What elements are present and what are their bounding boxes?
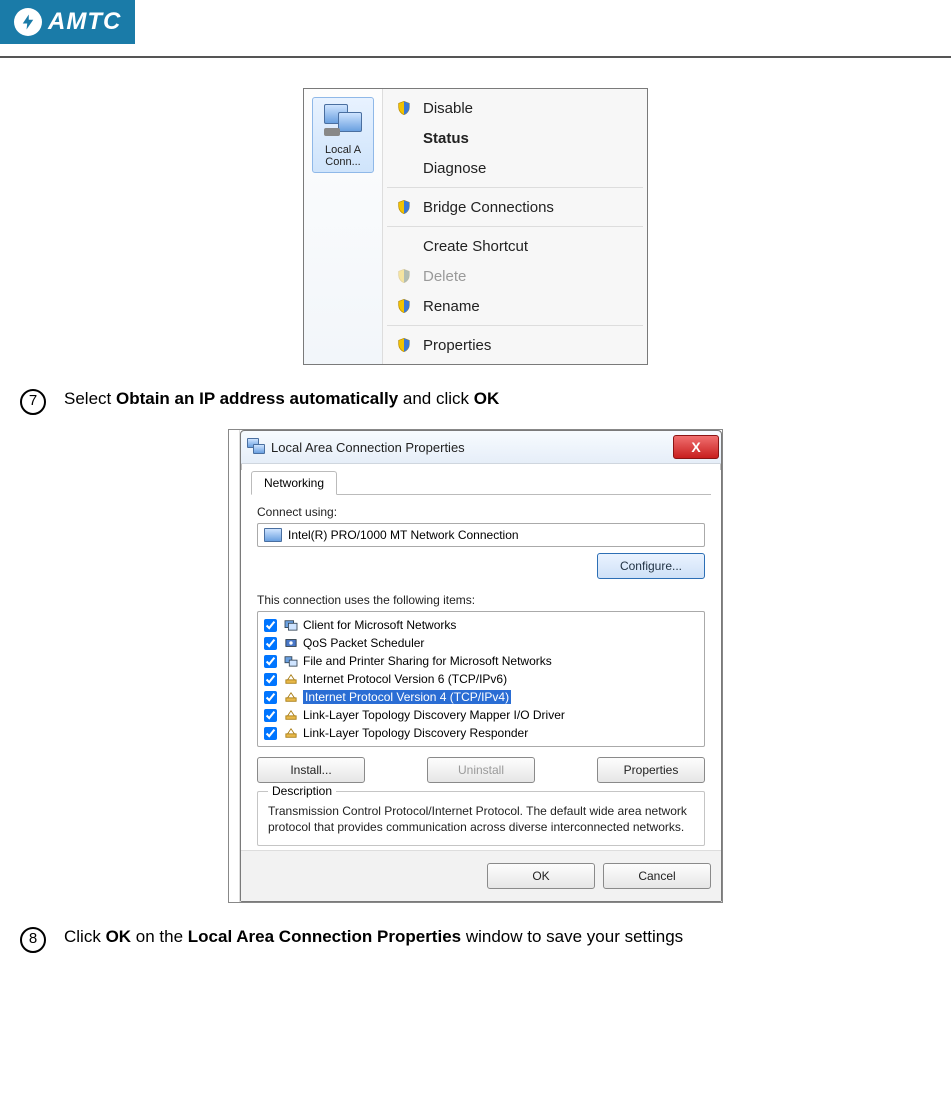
- context-menu-item-label: Bridge Connections: [423, 199, 554, 216]
- context-menu-item[interactable]: Rename: [385, 291, 645, 321]
- uninstall-button[interactable]: Uninstall: [427, 757, 535, 783]
- context-menu-item-label: Properties: [423, 337, 491, 354]
- local-area-connection-label: Local A Conn...: [313, 144, 373, 168]
- dialog-title: Local Area Connection Properties: [271, 440, 465, 455]
- context-menu-separator: [387, 325, 643, 326]
- qos-icon: [283, 636, 299, 650]
- step-number-8: 8: [20, 927, 46, 953]
- connection-item-label: File and Printer Sharing for Microsoft N…: [303, 654, 552, 668]
- context-menu-item: Delete: [385, 261, 645, 291]
- connection-item-checkbox[interactable]: [264, 691, 277, 704]
- shield-icon: [393, 198, 415, 216]
- share-icon: [283, 654, 299, 668]
- shield-icon: [393, 297, 415, 315]
- proto-icon: [283, 708, 299, 722]
- connection-items-list: Client for Microsoft Networks QoS Packet …: [257, 611, 705, 747]
- connection-item[interactable]: Link-Layer Topology Discovery Responder: [260, 724, 702, 742]
- tab-networking[interactable]: Networking: [251, 471, 337, 495]
- blank-icon: [393, 129, 415, 147]
- context-menu-item[interactable]: Bridge Connections: [385, 192, 645, 222]
- blank-icon: [393, 237, 415, 255]
- context-menu-item[interactable]: Disable: [385, 93, 645, 123]
- connection-item-checkbox[interactable]: [264, 727, 277, 740]
- context-menu-item-label: Disable: [423, 100, 473, 117]
- figure-properties-dialog: Local Area Connection Properties X Netwo…: [10, 429, 941, 903]
- connection-item-label: Link-Layer Topology Discovery Responder: [303, 726, 528, 740]
- description-text: Transmission Control Protocol/Internet P…: [268, 804, 694, 835]
- connection-item-label: Client for Microsoft Networks: [303, 618, 456, 632]
- dialog-titlebar: Local Area Connection Properties X: [241, 431, 721, 464]
- shield-icon: [393, 336, 415, 354]
- local-area-connection-icon[interactable]: Local A Conn...: [312, 97, 374, 173]
- connection-item[interactable]: Client for Microsoft Networks: [260, 616, 702, 634]
- adapter-name: Intel(R) PRO/1000 MT Network Connection: [288, 528, 519, 542]
- description-group: Description Transmission Control Protoco…: [257, 791, 705, 846]
- items-label: This connection uses the following items…: [257, 593, 705, 607]
- brand-logo-text: AMTC: [48, 8, 121, 36]
- context-menu-item[interactable]: Diagnose: [385, 153, 645, 183]
- context-menu: Disable Status Diagnose Bridge Connections C…: [383, 89, 647, 364]
- install-button[interactable]: Install...: [257, 757, 365, 783]
- instruction-7-text: Select Obtain an IP address automaticall…: [64, 389, 499, 409]
- connection-item-label: QoS Packet Scheduler: [303, 636, 424, 650]
- connection-item-checkbox[interactable]: [264, 619, 277, 632]
- nic-icon: [264, 528, 282, 542]
- blank-icon: [393, 159, 415, 177]
- connection-item-checkbox[interactable]: [264, 673, 277, 686]
- properties-button[interactable]: Properties: [597, 757, 705, 783]
- connect-using-label: Connect using:: [257, 505, 705, 519]
- tab-strip: Networking: [251, 470, 711, 495]
- figure-context-menu: Local A Conn... Disable Status Diagnose Bri…: [10, 88, 941, 365]
- connection-item-label: Internet Protocol Version 6 (TCP/IPv6): [303, 672, 507, 686]
- shield-icon: [393, 99, 415, 117]
- proto-icon: [283, 672, 299, 686]
- shield-icon: [393, 267, 415, 285]
- connection-item-label: Internet Protocol Version 4 (TCP/IPv4): [303, 690, 511, 704]
- adapter-field[interactable]: Intel(R) PRO/1000 MT Network Connection: [257, 523, 705, 547]
- instruction-8-text: Click OK on the Local Area Connection Pr…: [64, 927, 683, 947]
- context-menu-item[interactable]: Create Shortcut: [385, 231, 645, 261]
- connection-item[interactable]: QoS Packet Scheduler: [260, 634, 702, 652]
- connection-item-checkbox[interactable]: [264, 709, 277, 722]
- proto-icon: [283, 726, 299, 740]
- cancel-button[interactable]: Cancel: [603, 863, 711, 889]
- network-connection-icon: [320, 102, 366, 142]
- context-menu-item-label: Rename: [423, 298, 480, 315]
- connection-item[interactable]: Internet Protocol Version 4 (TCP/IPv4): [260, 688, 702, 706]
- context-menu-item-label: Status: [423, 130, 469, 147]
- instruction-step-8: 8 Click OK on the Local Area Connection …: [20, 927, 941, 953]
- close-button[interactable]: X: [673, 435, 719, 459]
- page-header: AMTC: [0, 0, 951, 58]
- brand-logo-icon: [14, 8, 42, 36]
- context-menu-item-label: Delete: [423, 268, 466, 285]
- connection-item[interactable]: Internet Protocol Version 6 (TCP/IPv6): [260, 670, 702, 688]
- context-menu-item[interactable]: Properties: [385, 330, 645, 360]
- close-icon: X: [691, 439, 700, 455]
- description-label: Description: [268, 784, 336, 798]
- properties-dialog: Local Area Connection Properties X Netwo…: [240, 430, 722, 902]
- step-number-7: 7: [20, 389, 46, 415]
- dialog-footer: OK Cancel: [241, 850, 721, 901]
- connection-item[interactable]: Link-Layer Topology Discovery Mapper I/O…: [260, 706, 702, 724]
- context-menu-item-label: Diagnose: [423, 160, 486, 177]
- connection-item-checkbox[interactable]: [264, 637, 277, 650]
- client-icon: [283, 618, 299, 632]
- ok-button[interactable]: OK: [487, 863, 595, 889]
- dialog-title-icon: [247, 438, 265, 456]
- context-menu-item-label: Create Shortcut: [423, 238, 528, 255]
- context-menu-separator: [387, 226, 643, 227]
- connection-item-label: Link-Layer Topology Discovery Mapper I/O…: [303, 708, 565, 722]
- context-menu-item[interactable]: Status: [385, 123, 645, 153]
- context-menu-separator: [387, 187, 643, 188]
- brand-logo: AMTC: [0, 0, 135, 44]
- configure-button[interactable]: Configure...: [597, 553, 705, 579]
- instruction-step-7: 7 Select Obtain an IP address automatica…: [20, 389, 941, 415]
- connection-item-checkbox[interactable]: [264, 655, 277, 668]
- connection-item[interactable]: File and Printer Sharing for Microsoft N…: [260, 652, 702, 670]
- proto-icon: [283, 690, 299, 704]
